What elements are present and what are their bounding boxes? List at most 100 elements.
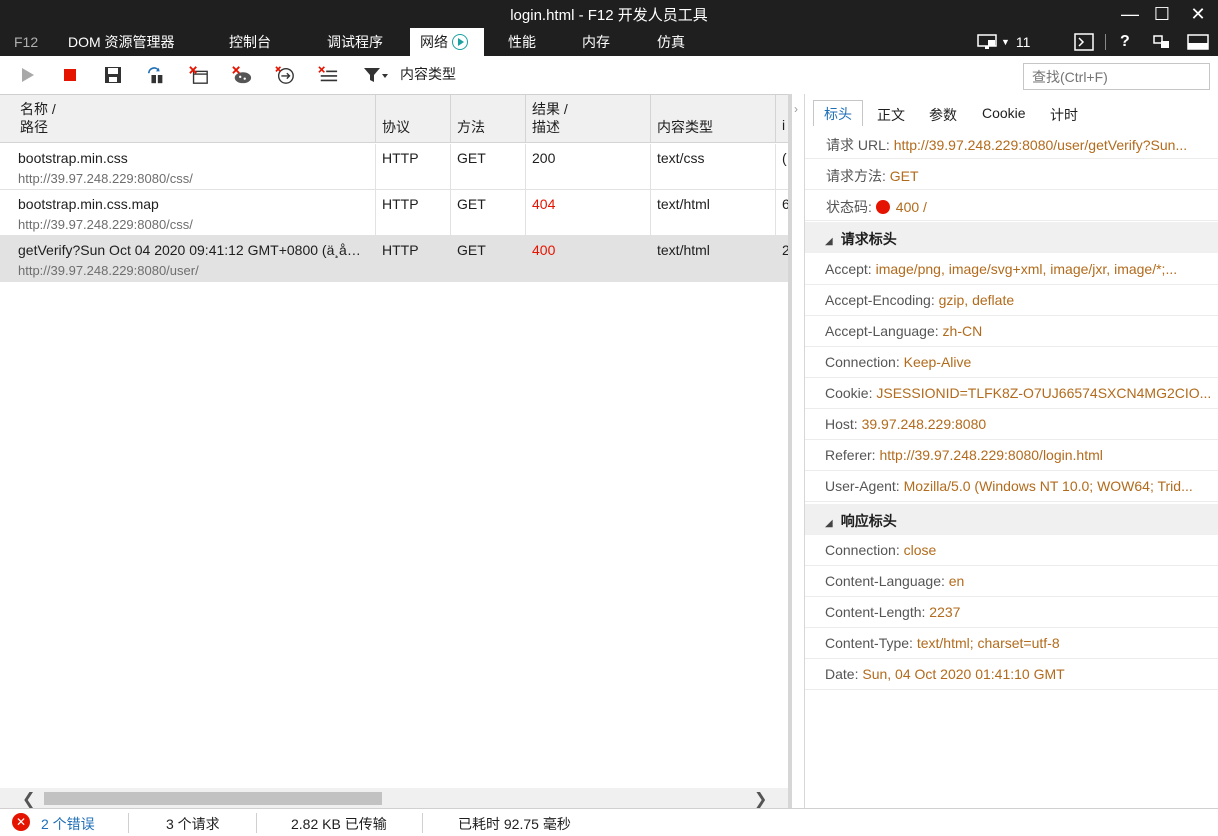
header-value: en <box>948 573 965 589</box>
collapse-pane-icon[interactable]: › <box>794 102 798 116</box>
console-icon <box>1074 33 1094 51</box>
cell-protocol: HTTP <box>376 144 451 190</box>
column-header-more[interactable]: i <box>776 95 788 143</box>
header-row: Date: Sun, 04 Oct 2020 01:41:10 GMT <box>805 659 1218 690</box>
start-profiling-button[interactable] <box>18 65 38 85</box>
tab-dom-explorer[interactable]: DOM 资源管理器 <box>68 28 175 56</box>
request-path: http://39.97.248.229:8080/css/ <box>18 171 193 186</box>
header-value: Mozilla/5.0 (Windows NT 10.0; WOW64; Tri… <box>903 478 1193 494</box>
request-name: bootstrap.min.css <box>18 150 128 166</box>
stop-icon <box>64 69 76 81</box>
request-url-value: http://39.97.248.229:8080/user/getVerify… <box>893 137 1188 153</box>
cell-method: GET <box>451 236 526 282</box>
error-count-link[interactable]: 2 个错误 <box>41 814 95 834</box>
help-button[interactable]: ? <box>1120 28 1130 56</box>
cell-result: 400 <box>526 236 651 282</box>
minimize-button[interactable]: — <box>1113 0 1147 28</box>
cell-content-type: text/css <box>651 144 776 190</box>
content-type-filter-label[interactable]: 内容类型 <box>400 64 456 84</box>
request-protocol: HTTP <box>382 150 419 166</box>
tab-performance[interactable]: 性能 <box>508 28 536 56</box>
dock-bottom-button[interactable] <box>1187 28 1209 56</box>
tab-timings[interactable]: 计时 <box>1040 102 1088 128</box>
tab-console[interactable]: 控制台 <box>229 28 271 56</box>
scrollbar-thumb[interactable] <box>44 792 382 805</box>
header-more: i <box>782 117 786 133</box>
request-path: http://39.97.248.229:8080/css/ <box>18 217 193 232</box>
status-bar: ✕ 2 个错误 3 个请求 2.82 KB 已传输 已耗时 92.75 毫秒 <box>0 808 1218 836</box>
header-value: 39.97.248.229:8080 <box>861 416 987 432</box>
cell-name: getVerify?Sun Oct 04 2020 09:41:12 GMT+0… <box>0 236 376 282</box>
header-method: 方法 <box>457 119 485 135</box>
f12-devtools-window: login.html - F12 开发人员工具 — ☐ ✕ F12 DOM 资源… <box>0 0 1218 836</box>
header-row: Accept-Encoding: gzip, deflate <box>805 285 1218 316</box>
tab-parameters[interactable]: 参数 <box>919 102 967 128</box>
tab-body[interactable]: 正文 <box>867 102 915 128</box>
divider <box>128 813 129 833</box>
cell-more: 2 <box>776 236 788 282</box>
request-content-type: text/html <box>657 196 710 212</box>
column-header-result[interactable]: 结果 / 描述 <box>526 95 651 143</box>
tab-memory[interactable]: 内存 <box>582 28 610 56</box>
search-input[interactable] <box>1023 63 1210 90</box>
dock-icon <box>1187 34 1209 50</box>
clear-cache-button[interactable] <box>189 65 209 85</box>
cell-result: 404 <box>526 190 651 236</box>
tab-cookies[interactable]: Cookie <box>972 102 1036 128</box>
scroll-left-icon[interactable]: ❮ <box>22 789 35 809</box>
header-row: Host: 39.97.248.229:8080 <box>805 409 1218 440</box>
navigate-icon <box>275 66 294 84</box>
column-header-name[interactable]: 名称 / 路径 <box>0 95 376 143</box>
divider <box>256 813 257 833</box>
header-name: Accept-Encoding: <box>825 292 939 308</box>
header-name: Content-Length: <box>825 604 930 620</box>
pane-splitter[interactable]: › <box>788 94 804 808</box>
window-title: login.html - F12 开发人员工具 <box>510 7 708 24</box>
request-headers-section[interactable]: ◢ 请求标头 <box>805 222 1218 253</box>
header-value: http://39.97.248.229:8080/login.html <box>879 447 1103 463</box>
status-code-row: 状态码: 400 / <box>805 190 1218 221</box>
maximize-button[interactable]: ☐ <box>1145 0 1179 28</box>
collapse-triangle-icon: ◢ <box>825 518 833 529</box>
undock-button[interactable] <box>1152 28 1172 56</box>
request-protocol: HTTP <box>382 196 419 212</box>
clear-on-navigate-button[interactable] <box>275 65 295 85</box>
table-row-selected[interactable]: getVerify?Sun Oct 04 2020 09:41:12 GMT+0… <box>0 236 788 282</box>
tool-tab-bar: F12 DOM 资源管理器 控制台 调试程序 网络 性能 内存 仿真 ▼ 11 … <box>0 28 1218 56</box>
horizontal-scrollbar[interactable]: ❮ ❯ <box>0 788 788 808</box>
clear-cookies-button[interactable] <box>232 65 252 85</box>
header-name: Connection: <box>825 542 904 558</box>
header-value: Sun, 04 Oct 2020 01:41:10 GMT <box>862 666 1065 682</box>
close-icon: ✕ <box>1190 3 1206 24</box>
stop-profiling-button[interactable] <box>60 65 80 85</box>
close-button[interactable]: ✕ <box>1181 0 1215 28</box>
response-headers-section[interactable]: ◢ 响应标头 <box>805 504 1218 535</box>
cell-result: 200 <box>526 144 651 190</box>
table-row[interactable]: bootstrap.min.css http://39.97.248.229:8… <box>0 144 788 190</box>
scroll-right-icon[interactable]: ❯ <box>754 789 767 809</box>
undock-icon <box>1153 35 1169 48</box>
content-type-filter-button[interactable] <box>363 65 391 85</box>
request-method-value: GET <box>889 168 919 184</box>
always-refresh-button[interactable] <box>146 65 166 85</box>
console-toggle-button[interactable] <box>1074 28 1094 56</box>
column-header-content-type[interactable]: 内容类型 <box>651 95 776 143</box>
request-list: 名称 / 路径 协议 方法 结果 / 描述 内容类型 i bootstrap.m… <box>0 94 788 808</box>
tab-network[interactable]: 网络 <box>410 28 484 56</box>
emulation-dropdown[interactable]: ▼ 11 <box>977 28 1030 56</box>
filter-icon <box>364 68 388 82</box>
column-header-protocol[interactable]: 协议 <box>376 95 451 143</box>
error-icon: ✕ <box>12 813 30 831</box>
tab-headers[interactable]: 标头 <box>813 100 863 126</box>
table-row[interactable]: bootstrap.min.css.map http://39.97.248.2… <box>0 190 788 236</box>
request-result: 400 <box>532 242 556 258</box>
refresh-server-icon <box>147 67 163 84</box>
tab-emulation[interactable]: 仿真 <box>657 28 685 56</box>
column-header-method[interactable]: 方法 <box>451 95 526 143</box>
export-har-button[interactable] <box>103 65 123 85</box>
request-protocol: HTTP <box>382 242 419 258</box>
request-count: 3 个请求 <box>166 816 220 832</box>
tab-debugger[interactable]: 调试程序 <box>327 28 383 56</box>
request-url-row: 请求 URL: http://39.97.248.229:8080/user/g… <box>805 128 1218 159</box>
clear-entries-button[interactable] <box>318 65 338 85</box>
